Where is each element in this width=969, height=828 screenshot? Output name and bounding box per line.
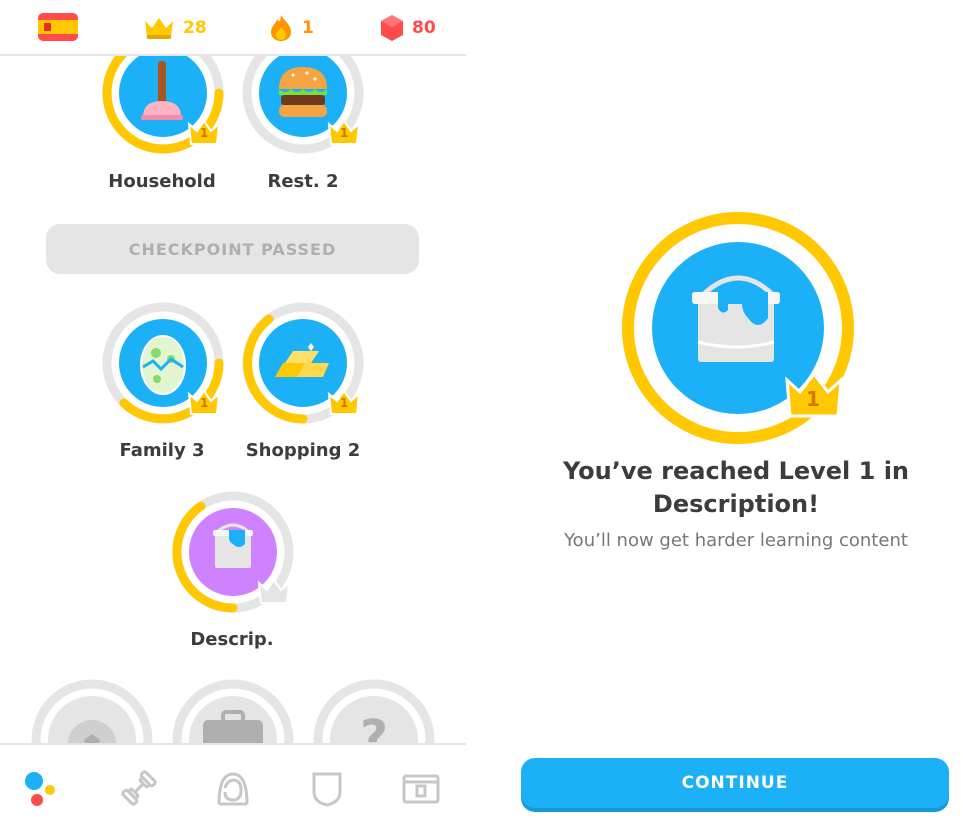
level-badge: 1: [618, 208, 858, 448]
skill-shopping[interactable]: 1: [241, 301, 365, 425]
egg-icon: [140, 335, 186, 395]
burger-icon: [279, 67, 327, 117]
streak-stat[interactable]: 1: [268, 14, 314, 42]
level-up-panel: 1 You’ve reached Level 1 in Description!…: [466, 0, 969, 828]
top-stats-bar: 28 1 80: [0, 0, 466, 56]
paint-bucket-icon: [213, 523, 253, 568]
skill-family[interactable]: 1: [101, 301, 225, 425]
skill-label: Shopping 2: [245, 440, 361, 461]
dumbbell-icon: [121, 770, 157, 806]
level-crown-icon: 1: [187, 118, 221, 150]
learn-tab[interactable]: [18, 765, 64, 811]
streak-count: 1: [302, 18, 314, 38]
spanish-flag-icon[interactable]: [38, 13, 78, 41]
gems-stat[interactable]: 80: [380, 14, 436, 42]
crowns-stat[interactable]: 28: [143, 14, 207, 42]
checkpoint-passed-badge[interactable]: CHECKPOINT PASSED: [46, 224, 419, 274]
empty-crown-icon: [257, 577, 291, 609]
skill-label: Rest. 2: [267, 171, 339, 192]
level-up-title-line1: You’ve reached Level 1 in: [562, 457, 910, 485]
profile-tab[interactable]: [210, 765, 256, 811]
flame-icon: [271, 15, 291, 41]
level-crown-icon: 1: [784, 370, 844, 420]
leagues-tab[interactable]: [304, 765, 350, 811]
level-up-title: You’ve reached Level 1 in Description!: [466, 455, 969, 521]
gems-count: 80: [412, 18, 436, 38]
level-crown-icon: 1: [327, 118, 361, 150]
bottom-navigation: [0, 743, 466, 828]
crown-icon: [145, 18, 173, 39]
level-crown-icon: 1: [327, 388, 361, 420]
level-up-subtitle: You’ll now get harder learning content: [564, 530, 908, 551]
gem-icon: [381, 15, 403, 41]
level-crown-icon: 1: [187, 388, 221, 420]
shield-icon: [312, 772, 342, 807]
profile-icon: [217, 772, 249, 806]
learn-icon: [25, 772, 55, 806]
level-up-title-line2: Description!: [652, 490, 820, 518]
shop-icon: [402, 774, 440, 804]
shop-tab[interactable]: [398, 765, 444, 811]
skill-label: Descrip.: [190, 629, 274, 650]
practice-tab[interactable]: [116, 765, 162, 811]
skill-label: Household: [108, 171, 216, 192]
skill-label: Family 3: [119, 440, 205, 461]
crowns-count: 28: [183, 18, 207, 38]
continue-button[interactable]: CONTINUE: [521, 758, 949, 808]
skill-tree-panel: 28 1 80 1 Household 1 Rest. 2 CHECKPOINT…: [0, 0, 466, 828]
skill-description[interactable]: [171, 490, 295, 614]
